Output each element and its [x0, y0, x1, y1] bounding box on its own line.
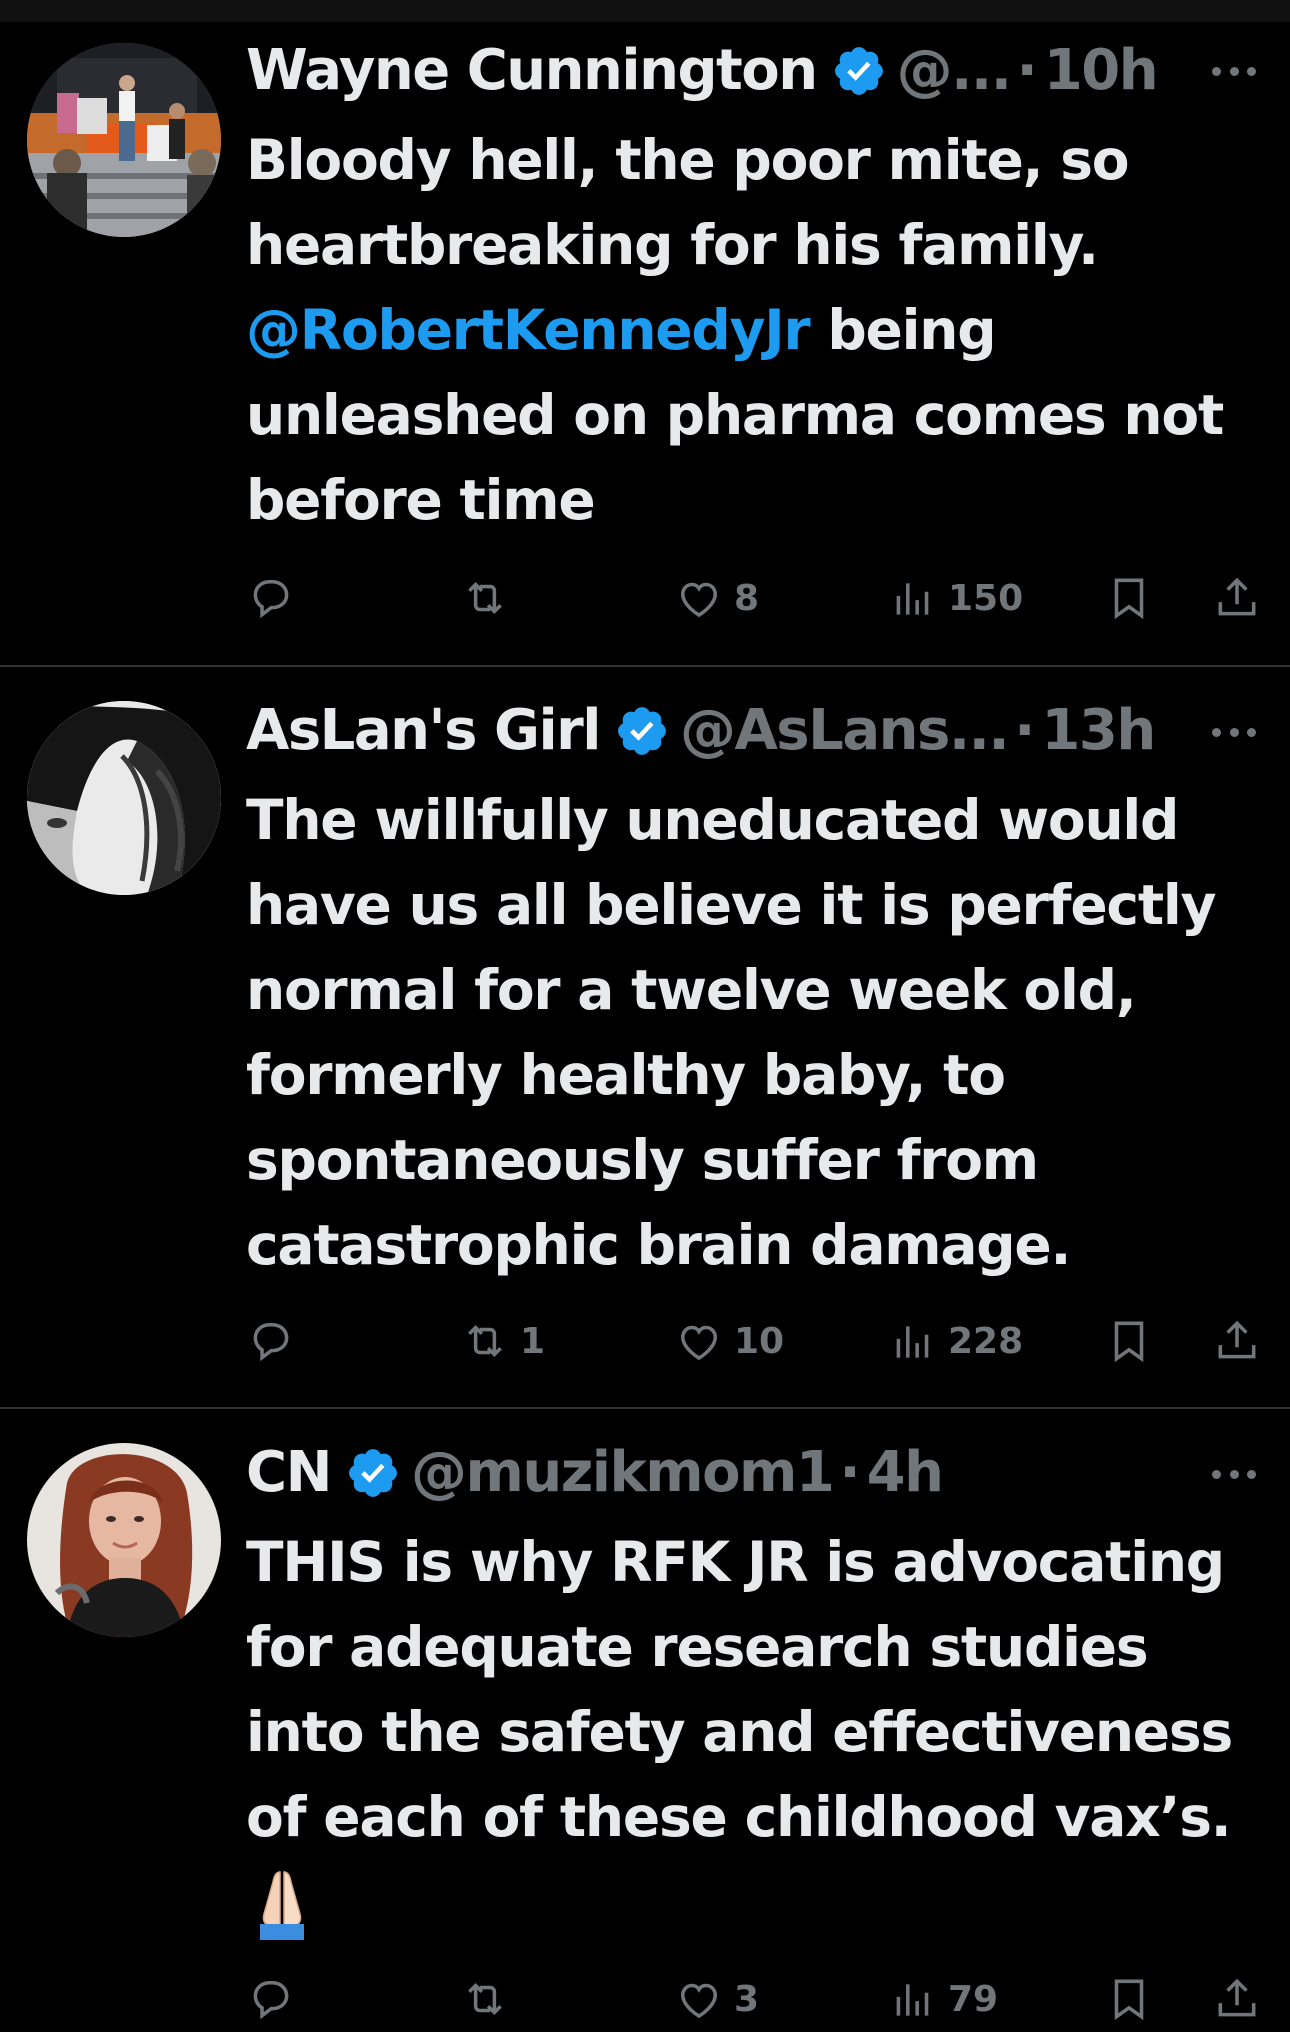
- like-button[interactable]: 8: [674, 568, 759, 628]
- avatar[interactable]: [27, 43, 221, 237]
- action-bar: 8 150: [246, 568, 1266, 628]
- share-button[interactable]: [1212, 568, 1262, 628]
- avatar[interactable]: [27, 1443, 221, 1637]
- bookmark-icon: [1114, 1979, 1144, 2021]
- timestamp[interactable]: 10h: [1044, 31, 1159, 111]
- share-button[interactable]: [1212, 1969, 1262, 2029]
- bookmark-icon: [1114, 578, 1144, 620]
- like-button[interactable]: 3: [674, 1969, 759, 2029]
- heart-icon: [680, 1325, 718, 1361]
- avatar-photo: [27, 1443, 221, 1637]
- tweet-header: CN @muzikmom1 · 4h: [246, 1433, 1270, 1513]
- tweet-text-line: of each of these childhood vax’s.: [246, 1785, 1232, 1849]
- retweet-icon: [468, 1982, 502, 2016]
- author-name[interactable]: CN: [246, 1433, 332, 1513]
- tweet[interactable]: CN @muzikmom1 · 4h THIS is why RFK JR is…: [0, 1409, 1290, 2032]
- separator-dot: ·: [1016, 38, 1038, 103]
- bookmark-button[interactable]: [1104, 1969, 1154, 2029]
- reply-icon: [253, 1980, 289, 2020]
- reply-button[interactable]: [246, 1311, 306, 1371]
- tweet-text-line: spontaneously suffer from: [246, 1128, 1039, 1192]
- heart-icon: [680, 582, 718, 618]
- views-button[interactable]: 228: [888, 1311, 1023, 1371]
- tweet-text-line: The willfully uneducated would: [246, 788, 1179, 852]
- retweet-button[interactable]: [460, 1969, 520, 2029]
- verified-badge-icon: [345, 1445, 401, 1501]
- bookmark-button[interactable]: [1104, 568, 1154, 628]
- more-options-icon[interactable]: [1212, 1468, 1256, 1480]
- tweet-text-line: [246, 1860, 1276, 1946]
- tweet-header: Wayne Cunnington @... · 10h: [246, 31, 1270, 111]
- tweet-text: Bloody hell, the poor mite, so heartbrea…: [246, 118, 1276, 543]
- tweet[interactable]: Wayne Cunnington @... · 10h Bloody hell,…: [0, 0, 1290, 665]
- view-count: 228: [948, 1320, 1024, 1362]
- tweet-text-line: for adequate research studies: [246, 1615, 1149, 1679]
- tweet-text-line: catastrophic brain damage.: [246, 1213, 1071, 1277]
- action-bar: 1 10 228: [246, 1311, 1266, 1371]
- tweet-text-line: Bloody hell, the poor mite, so: [246, 128, 1130, 192]
- share-icon: [1218, 1320, 1256, 1359]
- separator-dot: ·: [1014, 698, 1036, 763]
- more-options-icon[interactable]: [1212, 726, 1256, 738]
- retweet-button[interactable]: 1: [460, 1311, 545, 1371]
- author-handle[interactable]: @AsLans...: [680, 691, 1010, 771]
- reply-button[interactable]: [246, 1969, 306, 2029]
- more-options-icon[interactable]: [1212, 65, 1256, 77]
- tweet-text-line: formerly healthy baby, to: [246, 1043, 1006, 1107]
- tweet[interactable]: AsLan's Girl @AsLans... · 13h The willfu…: [0, 667, 1290, 1407]
- views-chart-icon: [896, 1984, 929, 2016]
- tweet-text-line: before time: [246, 468, 596, 532]
- like-button[interactable]: 10: [674, 1311, 784, 1371]
- heart-icon: [680, 1983, 718, 2019]
- views-button[interactable]: 79: [888, 1969, 998, 2029]
- folded-hands-icon: [246, 1866, 318, 1946]
- tweet-text-line: THIS is why RFK JR is advocating: [246, 1530, 1225, 1594]
- timestamp[interactable]: 4h: [867, 1433, 944, 1513]
- like-count: 10: [734, 1320, 785, 1362]
- verified-badge-icon: [614, 703, 670, 759]
- tweet-text-fragment: being: [809, 298, 996, 362]
- author-handle[interactable]: @muzikmom1: [411, 1433, 835, 1513]
- views-button[interactable]: 150: [888, 568, 1023, 628]
- view-count: 79: [948, 1978, 999, 2020]
- reply-icon: [253, 579, 289, 619]
- bookmark-button[interactable]: [1104, 1311, 1154, 1371]
- share-icon: [1218, 1978, 1256, 2017]
- tweet-text-line: @RobertKennedyJr being: [246, 288, 1276, 373]
- retweet-icon: [468, 1324, 502, 1358]
- views-chart-icon: [896, 583, 929, 615]
- like-count: 8: [734, 577, 760, 619]
- action-bar: 3 79: [246, 1969, 1266, 2029]
- author-name[interactable]: AsLan's Girl: [246, 691, 601, 771]
- author-name[interactable]: Wayne Cunnington: [246, 31, 818, 111]
- separator-dot: ·: [839, 1440, 861, 1505]
- tweet-text-line: normal for a twelve week old,: [246, 958, 1137, 1022]
- reply-button[interactable]: [246, 568, 306, 628]
- reply-icon: [253, 1322, 289, 1362]
- view-count: 150: [948, 577, 1024, 619]
- tweet-text-line: have us all believe it is perfectly: [246, 873, 1216, 937]
- avatar[interactable]: [27, 701, 221, 895]
- author-handle[interactable]: @...: [897, 31, 1012, 111]
- tweet-text-line: unleashed on pharma comes not: [246, 383, 1224, 447]
- verified-badge-icon: [831, 43, 887, 99]
- avatar-photo: [27, 701, 221, 895]
- tweet-text-line: into the safety and effectiveness: [246, 1700, 1233, 1764]
- avatar-photo: [27, 43, 221, 237]
- tweet-text: THIS is why RFK JR is advocating for ade…: [246, 1520, 1276, 1946]
- tweet-text: The willfully uneducated would have us a…: [246, 778, 1276, 1288]
- retweet-icon: [468, 581, 502, 615]
- tweet-text-line: heartbreaking for his family.: [246, 213, 1099, 277]
- share-icon: [1218, 577, 1256, 616]
- mention-link[interactable]: @RobertKennedyJr: [246, 298, 811, 362]
- tweet-header: AsLan's Girl @AsLans... · 13h: [246, 691, 1270, 771]
- like-count: 3: [734, 1978, 760, 2020]
- views-chart-icon: [896, 1326, 929, 1358]
- share-button[interactable]: [1212, 1311, 1262, 1371]
- bookmark-icon: [1114, 1321, 1144, 1363]
- retweet-button[interactable]: [460, 568, 520, 628]
- timestamp[interactable]: 13h: [1041, 691, 1156, 771]
- retweet-count: 1: [520, 1320, 546, 1362]
